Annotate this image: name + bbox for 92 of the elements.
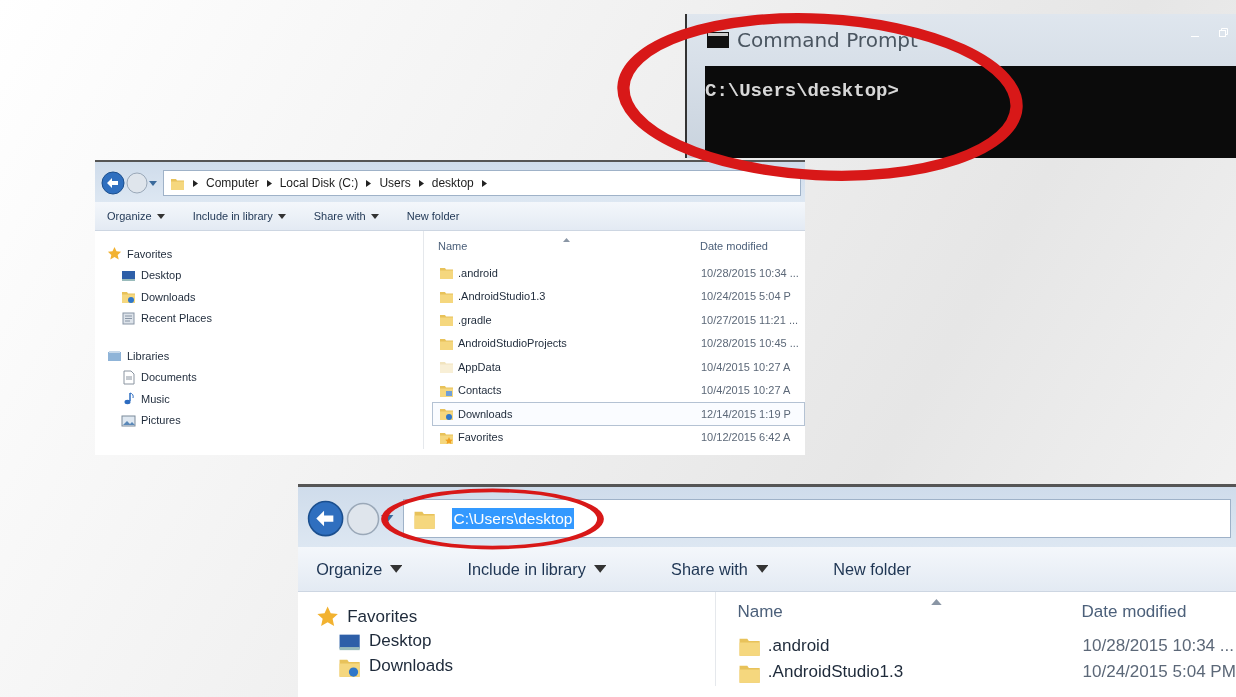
breadcrumb-item[interactable]: Users [379, 176, 411, 190]
toolbar-button[interactable]: Include in library [186, 207, 292, 225]
caret-icon [156, 213, 165, 219]
sort-arrow-icon [563, 238, 570, 242]
file-row[interactable]: Downloads 12/14/2015 1:19 P [432, 402, 805, 426]
folder-icon [439, 265, 454, 281]
star-icon [107, 246, 122, 262]
file-name: .android [458, 266, 498, 279]
back-button-icon [306, 500, 345, 538]
file-name: Contacts [458, 384, 502, 397]
file-row[interactable]: .android 10/28/2015 10:34 ... [432, 261, 805, 285]
nav-item[interactable]: Desktop [107, 264, 423, 286]
file-name: AndroidStudioProjects [458, 337, 567, 350]
nav-item[interactable]: Music [107, 388, 423, 410]
toolbar-button[interactable]: New folder [400, 207, 466, 225]
recent-places-icon [121, 310, 136, 326]
nav-item[interactable]: Desktop [316, 629, 715, 654]
document-icon [121, 369, 136, 385]
library-icon [107, 348, 122, 364]
folder-icon [439, 359, 454, 375]
toolbar-button[interactable]: New folder [823, 555, 921, 584]
nav-item[interactable]: Downloads [316, 653, 715, 679]
folder-icon [439, 312, 454, 328]
chevron-right-icon [418, 179, 424, 187]
column-header[interactable]: Name [737, 602, 1082, 622]
nav-item[interactable]: Recent Places [107, 307, 423, 329]
file-name: Favorites [458, 431, 504, 444]
toolbar-button[interactable]: Share with [307, 207, 385, 225]
pictures-icon [121, 412, 136, 428]
nav-item[interactable]: Libraries [107, 345, 423, 367]
nav-item[interactable]: Favorites [316, 604, 715, 630]
file-row[interactable]: .AndroidStudio1.3 10/24/2015 5:04 PM [728, 658, 1236, 686]
console-icon [707, 32, 729, 48]
restore-icon [1219, 28, 1228, 37]
chevron-right-icon [266, 179, 272, 187]
sort-arrow-icon [931, 598, 942, 606]
chevron-right-icon [193, 179, 198, 187]
date-modified: 10/28/2015 10:34 ... [701, 266, 799, 279]
file-name: .AndroidStudio1.3 [458, 290, 546, 303]
date-modified: 10/28/2015 10:45 ... [701, 337, 799, 350]
file-name: .gradle [458, 313, 492, 326]
file-name: .android [767, 635, 830, 656]
file-row[interactable]: Contacts 10/4/2015 10:27 A [432, 378, 805, 402]
forward-button-icon [126, 172, 148, 194]
date-modified: 10/28/2015 10:34 ... [1082, 635, 1234, 656]
file-row[interactable]: .gradle 10/27/2015 11:21 ... [432, 308, 805, 332]
date-modified: 12/14/2015 1:19 P [701, 407, 791, 420]
date-modified: 10/4/2015 10:27 A [701, 384, 791, 397]
address-bar[interactable]: Computer Local Disk (C:) Users desktop [163, 170, 801, 196]
star-icon [316, 605, 340, 629]
breadcrumb-item[interactable]: Computer [206, 176, 259, 190]
column-header[interactable]: Date modified [700, 240, 768, 252]
dropdown-arrow-icon [149, 180, 157, 186]
date-modified: 10/24/2015 5:04 P [701, 290, 791, 303]
toolbar-button[interactable]: Share with [661, 555, 778, 584]
file-row[interactable]: .AndroidStudio1.3 10/24/2015 5:04 P [432, 284, 805, 308]
downloads-folder-icon [439, 406, 454, 422]
caret-icon [277, 213, 286, 219]
file-row[interactable]: AppData 10/4/2015 10:27 A [432, 355, 805, 379]
nav-item[interactable]: Downloads [107, 286, 423, 308]
window-title: Command Prompt [737, 28, 918, 52]
back-button-icon [101, 171, 125, 195]
column-header[interactable]: Date modified [1081, 602, 1187, 622]
column-header[interactable]: Name [438, 240, 700, 252]
breadcrumb-item[interactable]: desktop [431, 176, 474, 190]
chevron-right-icon [481, 179, 487, 187]
console-text: C:\Users\desktop> [705, 80, 899, 102]
file-row[interactable]: Favorites 10/12/2015 6:42 A [432, 425, 805, 449]
date-modified: 10/4/2015 10:27 A [701, 360, 791, 373]
forward-button-icon [345, 501, 380, 536]
chevron-right-icon [366, 179, 372, 187]
file-row[interactable]: .android 10/28/2015 10:34 ... [728, 632, 1236, 659]
toolbar-button[interactable]: Include in library [458, 555, 616, 584]
toolbar-button[interactable]: Organize [101, 207, 171, 225]
file-name: AppData [458, 360, 501, 373]
caret-icon [593, 565, 606, 574]
caret-icon [389, 565, 403, 574]
caret-icon [370, 213, 379, 219]
toolbar-button[interactable]: Organize [306, 555, 412, 584]
file-row[interactable]: AndroidStudioProjects 10/28/2015 10:45 ... [432, 331, 805, 355]
nav-item[interactable]: Favorites [107, 243, 423, 265]
nav-item[interactable]: Pictures [107, 409, 423, 431]
file-name: .AndroidStudio1.3 [767, 662, 904, 683]
downloads-folder-icon [121, 289, 136, 305]
caret-icon [755, 565, 769, 574]
minimize-button[interactable] [1191, 36, 1199, 37]
file-name: Downloads [458, 407, 513, 420]
nav-item[interactable]: Documents [107, 366, 423, 388]
date-modified: 10/24/2015 5:04 PM [1082, 662, 1236, 683]
breadcrumb-item[interactable]: Local Disk (C:) [279, 176, 359, 190]
date-modified: 10/12/2015 6:42 A [701, 431, 791, 444]
date-modified: 10/27/2015 11:21 ... [701, 313, 799, 326]
